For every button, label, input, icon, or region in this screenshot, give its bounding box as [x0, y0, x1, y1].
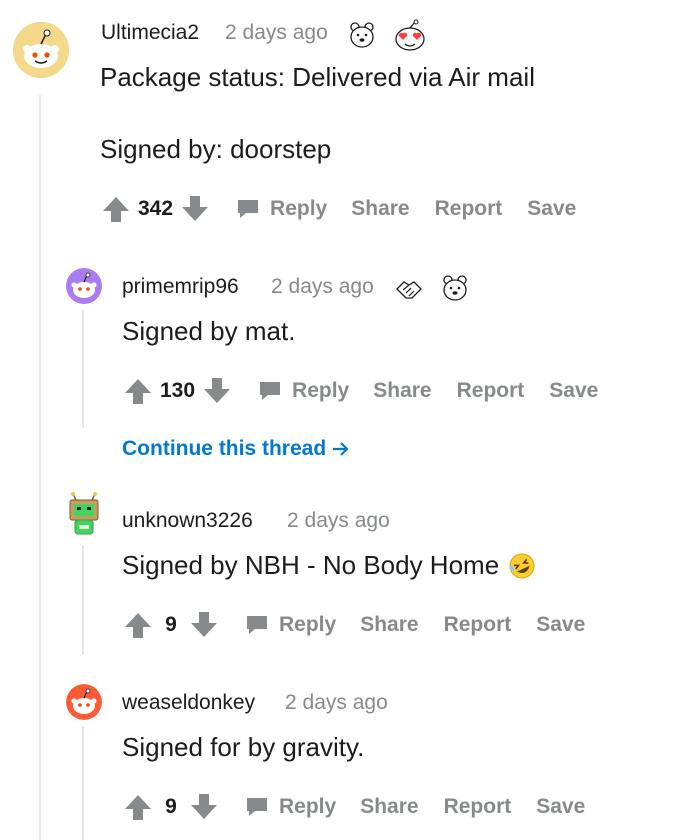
save-button[interactable]: Save	[536, 795, 585, 819]
reply-icon	[260, 382, 281, 400]
comment-body: Signed by mat.	[122, 316, 296, 346]
thread-line-reply-2[interactable]	[82, 545, 84, 655]
avatar[interactable]	[66, 492, 102, 538]
share-button[interactable]: Share	[360, 613, 418, 637]
snoo-avatar-icon	[66, 684, 102, 720]
share-button[interactable]: Share	[360, 795, 418, 819]
timestamp[interactable]: 2 days ago	[285, 691, 388, 715]
reply-button[interactable]: Reply	[236, 197, 327, 221]
username[interactable]: Ultimecia2	[101, 21, 199, 45]
reply-label: Reply	[270, 197, 328, 220]
thread-line-top-level[interactable]	[39, 95, 41, 840]
reply-label: Reply	[279, 613, 337, 636]
save-button[interactable]: Save	[536, 613, 585, 637]
thread-line-reply-1[interactable]	[82, 310, 84, 428]
snoo-avatar-icon	[13, 22, 69, 78]
share-button[interactable]: Share	[351, 197, 409, 221]
reply-button[interactable]: Reply	[245, 613, 336, 637]
vote-score: 9	[165, 795, 177, 818]
vote-score: 342	[138, 197, 174, 220]
thread-line-reply-3[interactable]	[82, 727, 84, 840]
downvote-arrow-icon[interactable]	[188, 791, 220, 823]
robot-avatar-icon	[69, 492, 99, 535]
comment-body-line-1: Package status: Delivered via Air mail	[100, 62, 535, 92]
reply-icon	[238, 200, 259, 218]
upvote-arrow-icon[interactable]	[122, 791, 154, 823]
avatar[interactable]	[66, 268, 102, 304]
comment-body: Signed for by gravity.	[122, 732, 365, 762]
vote-score: 130	[160, 379, 196, 402]
vote-score: 9	[165, 613, 177, 636]
timestamp[interactable]: 2 days ago	[287, 509, 390, 533]
upvote-arrow-icon[interactable]	[122, 609, 154, 641]
comment-body-text: Signed by NBH - No Body Home	[122, 550, 500, 580]
upvote-arrow-icon[interactable]	[100, 193, 132, 225]
continue-thread-link[interactable]: Continue this thread	[122, 437, 350, 461]
report-button[interactable]: Report	[444, 795, 512, 819]
avatar[interactable]	[13, 22, 69, 78]
continue-thread-label: Continue this thread	[122, 437, 327, 460]
arrow-right-icon	[333, 442, 349, 456]
downvote-arrow-icon[interactable]	[201, 375, 233, 407]
save-button[interactable]: Save	[549, 379, 598, 403]
username[interactable]: primemrip96	[122, 275, 239, 299]
comment-body: Signed by NBH - No Body Home	[122, 550, 537, 581]
snoo-avatar-icon	[66, 268, 102, 304]
reply-label: Reply	[292, 379, 350, 402]
comment-actions: 130 Reply Share Report Save	[122, 373, 598, 409]
rofl-emoji-icon	[509, 553, 535, 578]
reply-button[interactable]: Reply	[245, 795, 336, 819]
report-button[interactable]: Report	[457, 379, 525, 403]
reply-icon	[247, 616, 267, 634]
avatar[interactable]	[66, 684, 102, 720]
comment-actions: 9 Reply Share Report Save	[122, 789, 585, 825]
save-button[interactable]: Save	[527, 197, 576, 221]
report-button[interactable]: Report	[444, 613, 512, 637]
reply-button[interactable]: Reply	[258, 379, 349, 403]
handshake-award-icon[interactable]	[394, 273, 424, 303]
reply-icon	[247, 798, 267, 816]
share-button[interactable]: Share	[373, 379, 431, 403]
comment-actions: 342 Reply Share Report Save	[100, 191, 576, 227]
polar-bear-award-icon[interactable]	[347, 20, 377, 50]
comment-body-line-2: Signed by: doorstep	[100, 134, 332, 164]
timestamp[interactable]: 2 days ago	[271, 275, 374, 299]
timestamp[interactable]: 2 days ago	[225, 21, 328, 45]
report-button[interactable]: Report	[435, 197, 503, 221]
heart-eyes-snoo-award-icon[interactable]	[393, 19, 427, 53]
username[interactable]: weaseldonkey	[122, 691, 255, 715]
downvote-arrow-icon[interactable]	[179, 193, 211, 225]
downvote-arrow-icon[interactable]	[188, 609, 220, 641]
polar-bear-award-icon[interactable]	[440, 273, 470, 303]
upvote-arrow-icon[interactable]	[122, 375, 154, 407]
reply-label: Reply	[279, 795, 337, 818]
username[interactable]: unknown3226	[122, 509, 253, 533]
comment-actions: 9 Reply Share Report Save	[122, 607, 585, 643]
